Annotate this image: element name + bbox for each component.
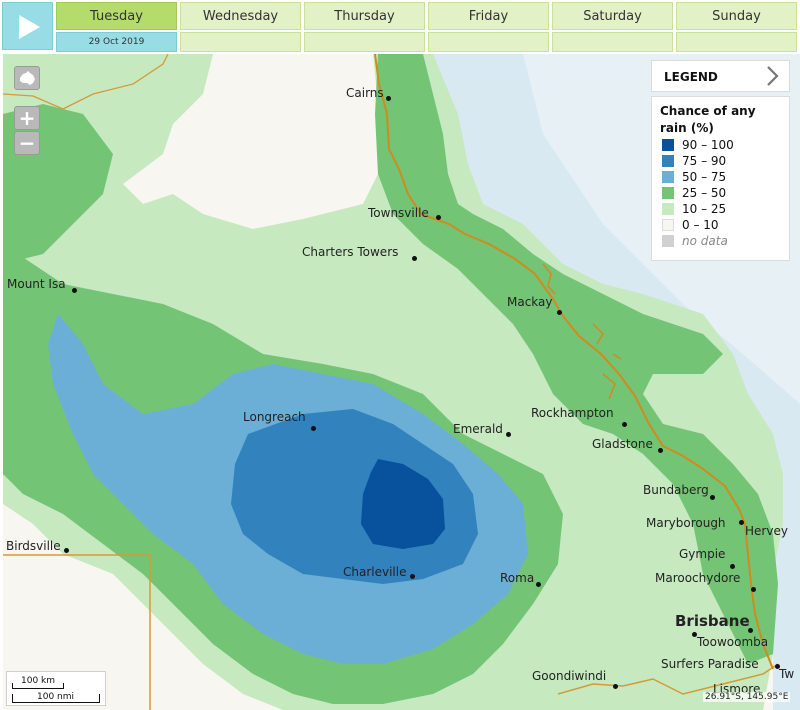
town-marker xyxy=(751,587,756,592)
date-cell xyxy=(304,32,425,52)
legend-item: 0 – 10 xyxy=(660,217,781,233)
legend-swatch xyxy=(662,139,674,151)
legend-panel: Chance of any rain (%) 90 – 100 75 – 90 50… xyxy=(651,96,790,261)
legend-title: Chance of any rain (%) xyxy=(660,104,756,135)
zoom-in-icon: + xyxy=(18,106,36,130)
legend-toggle[interactable]: LEGEND xyxy=(651,60,790,92)
town-marker xyxy=(658,448,663,453)
play-icon xyxy=(19,15,40,39)
legend-swatch xyxy=(662,155,674,167)
legend-item-label: 50 – 75 xyxy=(682,170,727,184)
town-label: Hervey xyxy=(745,524,788,538)
date-cell xyxy=(428,32,549,52)
date-cell xyxy=(676,32,797,52)
legend-item-label: 0 – 10 xyxy=(682,218,719,232)
town-label: Mackay xyxy=(507,295,553,309)
town-label: Birdsville xyxy=(6,539,61,553)
australia-home-icon xyxy=(20,71,35,85)
tab-friday[interactable]: Friday xyxy=(428,2,549,30)
town-label: Bundaberg xyxy=(643,483,709,497)
legend-swatch xyxy=(662,219,674,231)
town-marker xyxy=(613,684,618,689)
date-cell xyxy=(552,32,673,52)
tab-thursday[interactable]: Thursday xyxy=(304,2,425,30)
legend-item-label: no data xyxy=(682,234,728,248)
legend-item-label: 10 – 25 xyxy=(682,202,727,216)
town-label: Tw xyxy=(779,667,795,681)
scale-nmi-label: 100 nmi xyxy=(37,692,75,702)
tab-saturday[interactable]: Saturday xyxy=(552,2,673,30)
town-label: Maroochydore xyxy=(655,571,741,585)
town-label: Gympie xyxy=(679,547,726,561)
town-label: Townsville xyxy=(368,206,429,220)
town-label: Rockhampton xyxy=(531,406,614,420)
town-label: Toowoomba xyxy=(697,635,769,649)
town-marker xyxy=(622,422,627,427)
town-label: Charters Towers xyxy=(302,245,399,259)
town-label: Roma xyxy=(500,571,535,585)
scale-km-bar xyxy=(12,683,64,689)
legend-swatch xyxy=(662,187,674,199)
scale-bar: 100 km 100 nmi xyxy=(6,671,106,706)
town-marker xyxy=(748,628,753,633)
legend-item: no data xyxy=(660,233,781,249)
scale-nmi-bar xyxy=(12,694,100,703)
legend-item: 75 – 90 xyxy=(660,153,781,169)
cursor-coordinates: 26.91°S, 145.95°E xyxy=(703,692,791,702)
legend-item: 10 – 25 xyxy=(660,201,781,217)
town-marker xyxy=(412,256,417,261)
legend-swatch xyxy=(662,203,674,215)
tab-wednesday[interactable]: Wednesday xyxy=(180,2,301,30)
town-label: Emerald xyxy=(453,422,503,436)
play-button[interactable] xyxy=(2,2,53,50)
scale-km-label: 100 km xyxy=(21,676,56,686)
town-marker xyxy=(730,564,735,569)
town-label: Goondiwindi xyxy=(532,669,607,683)
town-marker xyxy=(410,574,415,579)
home-button[interactable] xyxy=(14,66,40,90)
town-marker xyxy=(64,548,69,553)
town-label: Surfers Paradise xyxy=(661,657,759,671)
town-label: Brisbane xyxy=(675,612,750,630)
town-marker xyxy=(692,632,697,637)
zoom-in-button[interactable]: + xyxy=(14,106,40,130)
town-marker xyxy=(72,288,77,293)
tab-sunday[interactable]: Sunday xyxy=(676,2,797,30)
date-cell xyxy=(180,32,301,52)
town-label: Gladstone xyxy=(592,437,653,451)
town-marker xyxy=(386,96,391,101)
legend-swatch xyxy=(662,171,674,183)
legend-item: 50 – 75 xyxy=(660,169,781,185)
town-marker xyxy=(710,495,715,500)
town-marker xyxy=(739,520,744,525)
zoom-out-button[interactable]: − xyxy=(14,131,40,155)
town-marker xyxy=(557,310,562,315)
chevron-right-icon xyxy=(767,66,779,86)
day-selector-bar: Tuesday Wednesday Thursday Friday Saturd… xyxy=(0,0,800,54)
legend-swatch xyxy=(662,235,674,247)
town-label: Longreach xyxy=(243,410,306,424)
legend-header: LEGEND xyxy=(664,70,718,84)
legend-item: 25 – 50 xyxy=(660,185,781,201)
legend-item-label: 90 – 100 xyxy=(682,138,734,152)
town-marker xyxy=(311,426,316,431)
town-marker xyxy=(506,432,511,437)
legend-item-label: 25 – 50 xyxy=(682,186,727,200)
zoom-out-icon: − xyxy=(18,131,36,155)
town-label: Charleville xyxy=(343,565,407,579)
legend-item-label: 75 – 90 xyxy=(682,154,727,168)
town-label: Cairns xyxy=(346,86,384,100)
town-label: Maryborough xyxy=(646,516,726,530)
tab-tuesday[interactable]: Tuesday xyxy=(56,2,177,30)
town-marker xyxy=(536,582,541,587)
legend-item: 90 – 100 xyxy=(660,137,781,153)
town-label: Mount Isa xyxy=(7,277,66,291)
active-date: 29 Oct 2019 xyxy=(56,32,177,52)
town-marker xyxy=(436,215,441,220)
